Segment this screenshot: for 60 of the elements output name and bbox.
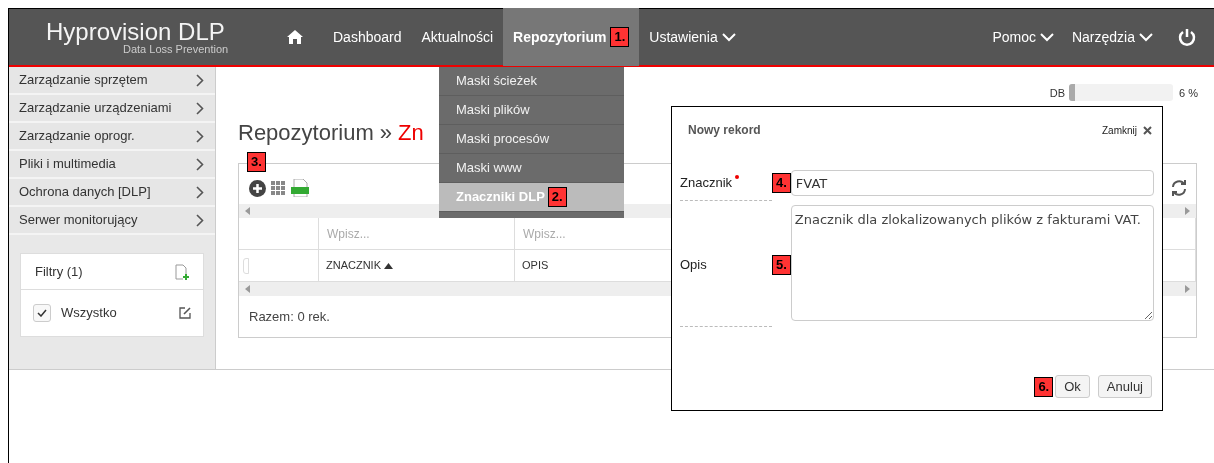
chevron-right-icon bbox=[196, 129, 204, 143]
field-label: Opis bbox=[680, 255, 707, 274]
tag-input-field[interactable]: FVAT bbox=[790, 170, 1154, 196]
nav-item[interactable]: Narzędzia bbox=[1062, 8, 1162, 66]
chevron-right-icon bbox=[196, 213, 204, 227]
power-icon[interactable] bbox=[1178, 28, 1196, 46]
ok-button[interactable]: Ok bbox=[1055, 375, 1090, 398]
page-title: Repozytorium » bbox=[238, 118, 393, 147]
step-marker: 5. bbox=[772, 255, 791, 275]
dialog-title: Nowy rekord bbox=[688, 122, 761, 139]
menu-item[interactable]: Maski plików bbox=[439, 96, 624, 125]
brand-tagline: Data Loss Prevention bbox=[123, 43, 229, 55]
step-marker: 1. bbox=[610, 27, 630, 47]
page-title-current: Zn bbox=[398, 118, 424, 147]
edit-icon[interactable] bbox=[179, 307, 191, 319]
scroll-left-icon[interactable] bbox=[245, 207, 250, 215]
step-marker: 6. bbox=[1034, 376, 1054, 397]
brand-name: Hyprovision DLP bbox=[46, 19, 226, 44]
nav-item[interactable]: Repozytorium 1. bbox=[503, 8, 640, 66]
chevron-right-icon bbox=[196, 101, 204, 115]
nav-item[interactable]: Pomoc bbox=[983, 8, 1063, 66]
scroll-right-icon[interactable] bbox=[1185, 285, 1190, 293]
scroll-right-icon[interactable] bbox=[1185, 207, 1190, 215]
record-count: Razem: 0 rek. bbox=[249, 307, 330, 326]
field-label: Znacznik bbox=[680, 173, 733, 192]
add-icon[interactable] bbox=[249, 179, 266, 197]
filter-title: Filtry (1) bbox=[35, 262, 83, 281]
checkbox[interactable] bbox=[33, 304, 51, 322]
nav-item[interactable]: Ustawienia bbox=[639, 8, 746, 66]
required-icon bbox=[735, 175, 740, 179]
usage-label: DB bbox=[1049, 85, 1066, 101]
description-field[interactable]: Znacznik dla zlokalizowanych plików z fakturami VAT. bbox=[790, 205, 1154, 321]
menu-item[interactable]: Znaczniki DLP 2. bbox=[439, 183, 624, 212]
grid-icon[interactable] bbox=[271, 180, 286, 196]
scroll-left-icon[interactable] bbox=[245, 285, 250, 293]
home-icon[interactable] bbox=[287, 30, 303, 44]
menu-item[interactable]: Maski procesów bbox=[439, 125, 624, 154]
chevron-right-icon bbox=[196, 185, 204, 199]
step-marker: 2. bbox=[547, 187, 567, 207]
chevron-right-icon bbox=[196, 157, 204, 171]
refresh-icon[interactable] bbox=[1171, 180, 1187, 196]
close-button[interactable]: Zamknij bbox=[1102, 122, 1152, 138]
step-marker: 3. bbox=[247, 152, 266, 172]
spreadsheet-icon[interactable] bbox=[291, 179, 309, 197]
add-file-icon[interactable] bbox=[175, 263, 189, 280]
usage-reading: 6 % bbox=[1179, 85, 1198, 101]
close-icon bbox=[1143, 125, 1152, 135]
nav-item[interactable]: Aktualności bbox=[411, 8, 504, 66]
step-marker: 4. bbox=[772, 173, 791, 193]
sort-ascending-icon bbox=[384, 262, 393, 269]
chevron-down-icon bbox=[1139, 32, 1153, 42]
menu-item[interactable]: Maski ścieżek bbox=[439, 67, 624, 96]
check-icon bbox=[37, 309, 47, 317]
cancel-button[interactable]: Anuluj bbox=[1097, 375, 1152, 398]
filter-label: Wszystko bbox=[61, 304, 118, 323]
chevron-down-icon bbox=[1039, 32, 1054, 42]
column-header[interactable]: ZNACZNIK bbox=[319, 250, 515, 281]
nav-item[interactable]: Dashboard bbox=[323, 8, 412, 66]
chevron-down-icon bbox=[721, 32, 736, 42]
chevron-right-icon bbox=[196, 73, 204, 87]
